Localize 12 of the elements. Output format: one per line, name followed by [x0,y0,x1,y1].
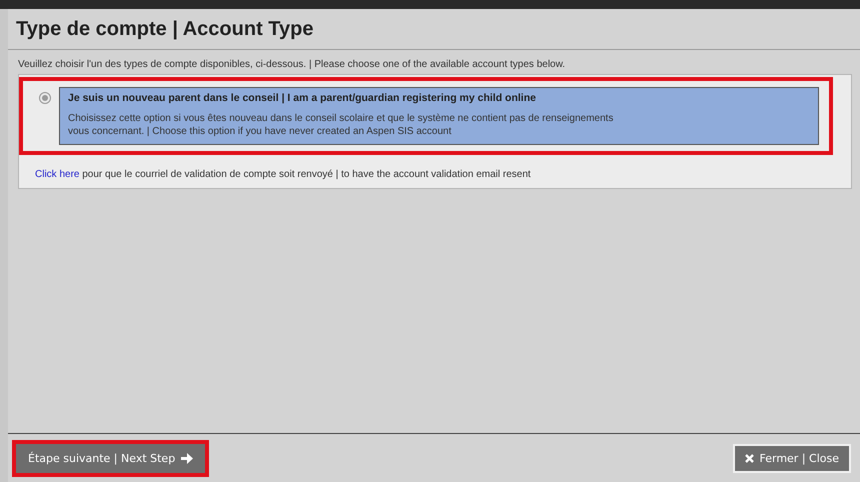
resend-link[interactable]: Click here [35,169,80,180]
arrow-right-icon [181,453,194,464]
close-button[interactable]: Fermer | Close [732,444,851,473]
resend-text: Click here pour que le courriel de validation de compte soit renvoyé | to have the account validation email resent [34,168,532,180]
close-icon [744,454,754,463]
dialog-title: Type de compte | Account Type [8,9,860,50]
radio-button[interactable] [39,92,51,104]
next-step-button[interactable]: Étape suivante | Next Step [16,444,206,473]
instruction-text: Veuillez choisir l'un des types de compte disponibles, ci-dessous. | Please choose one of the available account types below. [17,58,566,72]
option-description: Choisissez cette option si vous êtes nouveau dans le conseil scolaire et que le système ne contient pas de renseignements vous concernant. | Choose this option if you have never created an Aspen SIS account [68,112,614,138]
account-option[interactable] [59,87,819,145]
option-label: Je suis un nouveau parent dans le conseil | I am a parent/guardian registering my child online [68,92,537,104]
